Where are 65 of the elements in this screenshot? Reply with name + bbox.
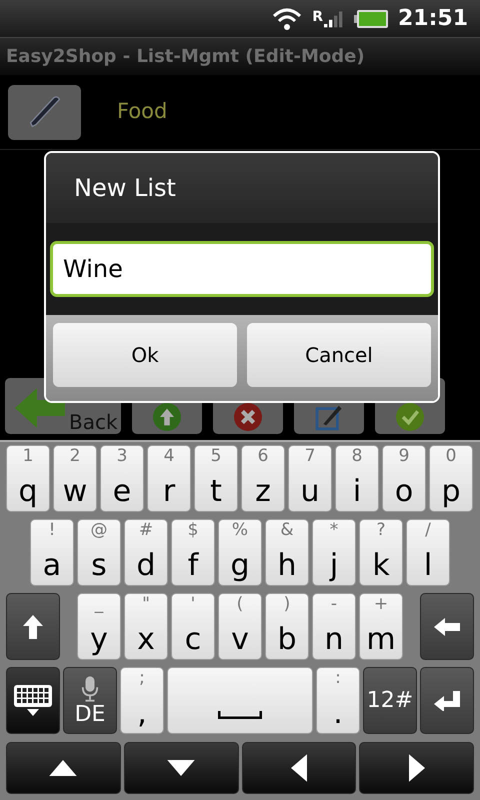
list-name[interactable]: Food bbox=[117, 96, 168, 128]
symbols-key[interactable]: 12# bbox=[363, 667, 417, 734]
key[interactable]: 4 r bbox=[147, 445, 191, 512]
microphone-icon bbox=[81, 676, 99, 702]
key[interactable]: # d bbox=[124, 519, 168, 586]
key[interactable]: 0 p bbox=[429, 445, 473, 512]
app-title: Easy2Shop - List-Mgmt (Edit-Mode) bbox=[6, 45, 365, 69]
key[interactable]: 3 e bbox=[100, 445, 144, 512]
key[interactable]: % g bbox=[218, 519, 262, 586]
key[interactable]: ! a bbox=[30, 519, 74, 586]
dialog-button[interactable]: Ok bbox=[53, 323, 237, 387]
pen-on-square-icon bbox=[315, 403, 343, 431]
voice-key[interactable]: DE bbox=[63, 667, 117, 734]
key[interactable]: & h bbox=[265, 519, 309, 586]
hide-keyboard-key[interactable] bbox=[6, 667, 60, 734]
arrow-key[interactable] bbox=[242, 742, 356, 794]
shift-key[interactable] bbox=[6, 593, 60, 660]
enter-key[interactable] bbox=[420, 667, 474, 734]
network-type-label: R bbox=[312, 10, 323, 24]
dialog-title: New List bbox=[74, 173, 176, 204]
key[interactable]: ) b bbox=[265, 593, 309, 660]
key[interactable]: + m bbox=[359, 593, 403, 660]
arrow-key[interactable] bbox=[6, 742, 121, 794]
wifi-icon bbox=[272, 6, 302, 30]
left-arrow-icon bbox=[15, 388, 65, 428]
key[interactable]: 6 z bbox=[241, 445, 285, 512]
clock: 21:51 bbox=[398, 5, 468, 33]
key[interactable]: 1 q bbox=[6, 445, 50, 512]
key[interactable]: 2 w bbox=[53, 445, 97, 512]
up-triangle-icon bbox=[49, 760, 78, 776]
dialog-button[interactable]: Cancel bbox=[247, 323, 431, 387]
arrow-key[interactable] bbox=[359, 742, 474, 794]
key[interactable]: ? k bbox=[359, 519, 403, 586]
edit-button[interactable] bbox=[8, 84, 81, 140]
key[interactable]: @ s bbox=[77, 519, 121, 586]
key[interactable]: " x bbox=[124, 593, 168, 660]
left-arrow-icon bbox=[434, 618, 460, 636]
close-icon bbox=[234, 403, 262, 431]
right-triangle-icon bbox=[408, 754, 425, 782]
key[interactable]: ; , bbox=[120, 667, 164, 734]
space-icon bbox=[218, 711, 262, 719]
key[interactable]: ' c bbox=[171, 593, 215, 660]
key[interactable]: ( v bbox=[218, 593, 262, 660]
down-triangle-icon bbox=[167, 760, 196, 776]
key[interactable]: - n bbox=[312, 593, 356, 660]
key[interactable]: 5 t bbox=[194, 445, 238, 512]
input-field[interactable]: Wine bbox=[50, 241, 434, 297]
space-key[interactable] bbox=[167, 667, 313, 734]
key[interactable]: : . bbox=[316, 667, 360, 734]
key[interactable]: $ f bbox=[171, 519, 215, 586]
check-icon bbox=[396, 403, 424, 431]
keyboard-icon bbox=[14, 684, 52, 716]
up-arrow-icon bbox=[23, 614, 43, 638]
key[interactable]: / l bbox=[406, 519, 450, 586]
key[interactable]: * j bbox=[312, 519, 356, 586]
left-triangle-icon bbox=[290, 754, 307, 782]
key[interactable]: 7 u bbox=[288, 445, 332, 512]
key[interactable]: 8 i bbox=[335, 445, 379, 512]
backspace-key[interactable] bbox=[420, 593, 474, 660]
arrow-key[interactable] bbox=[124, 742, 238, 794]
key[interactable]: _ y bbox=[77, 593, 121, 660]
enter-icon bbox=[434, 690, 460, 710]
battery-icon bbox=[354, 10, 388, 28]
key[interactable]: 9 o bbox=[382, 445, 426, 512]
signal-icon bbox=[324, 10, 344, 28]
